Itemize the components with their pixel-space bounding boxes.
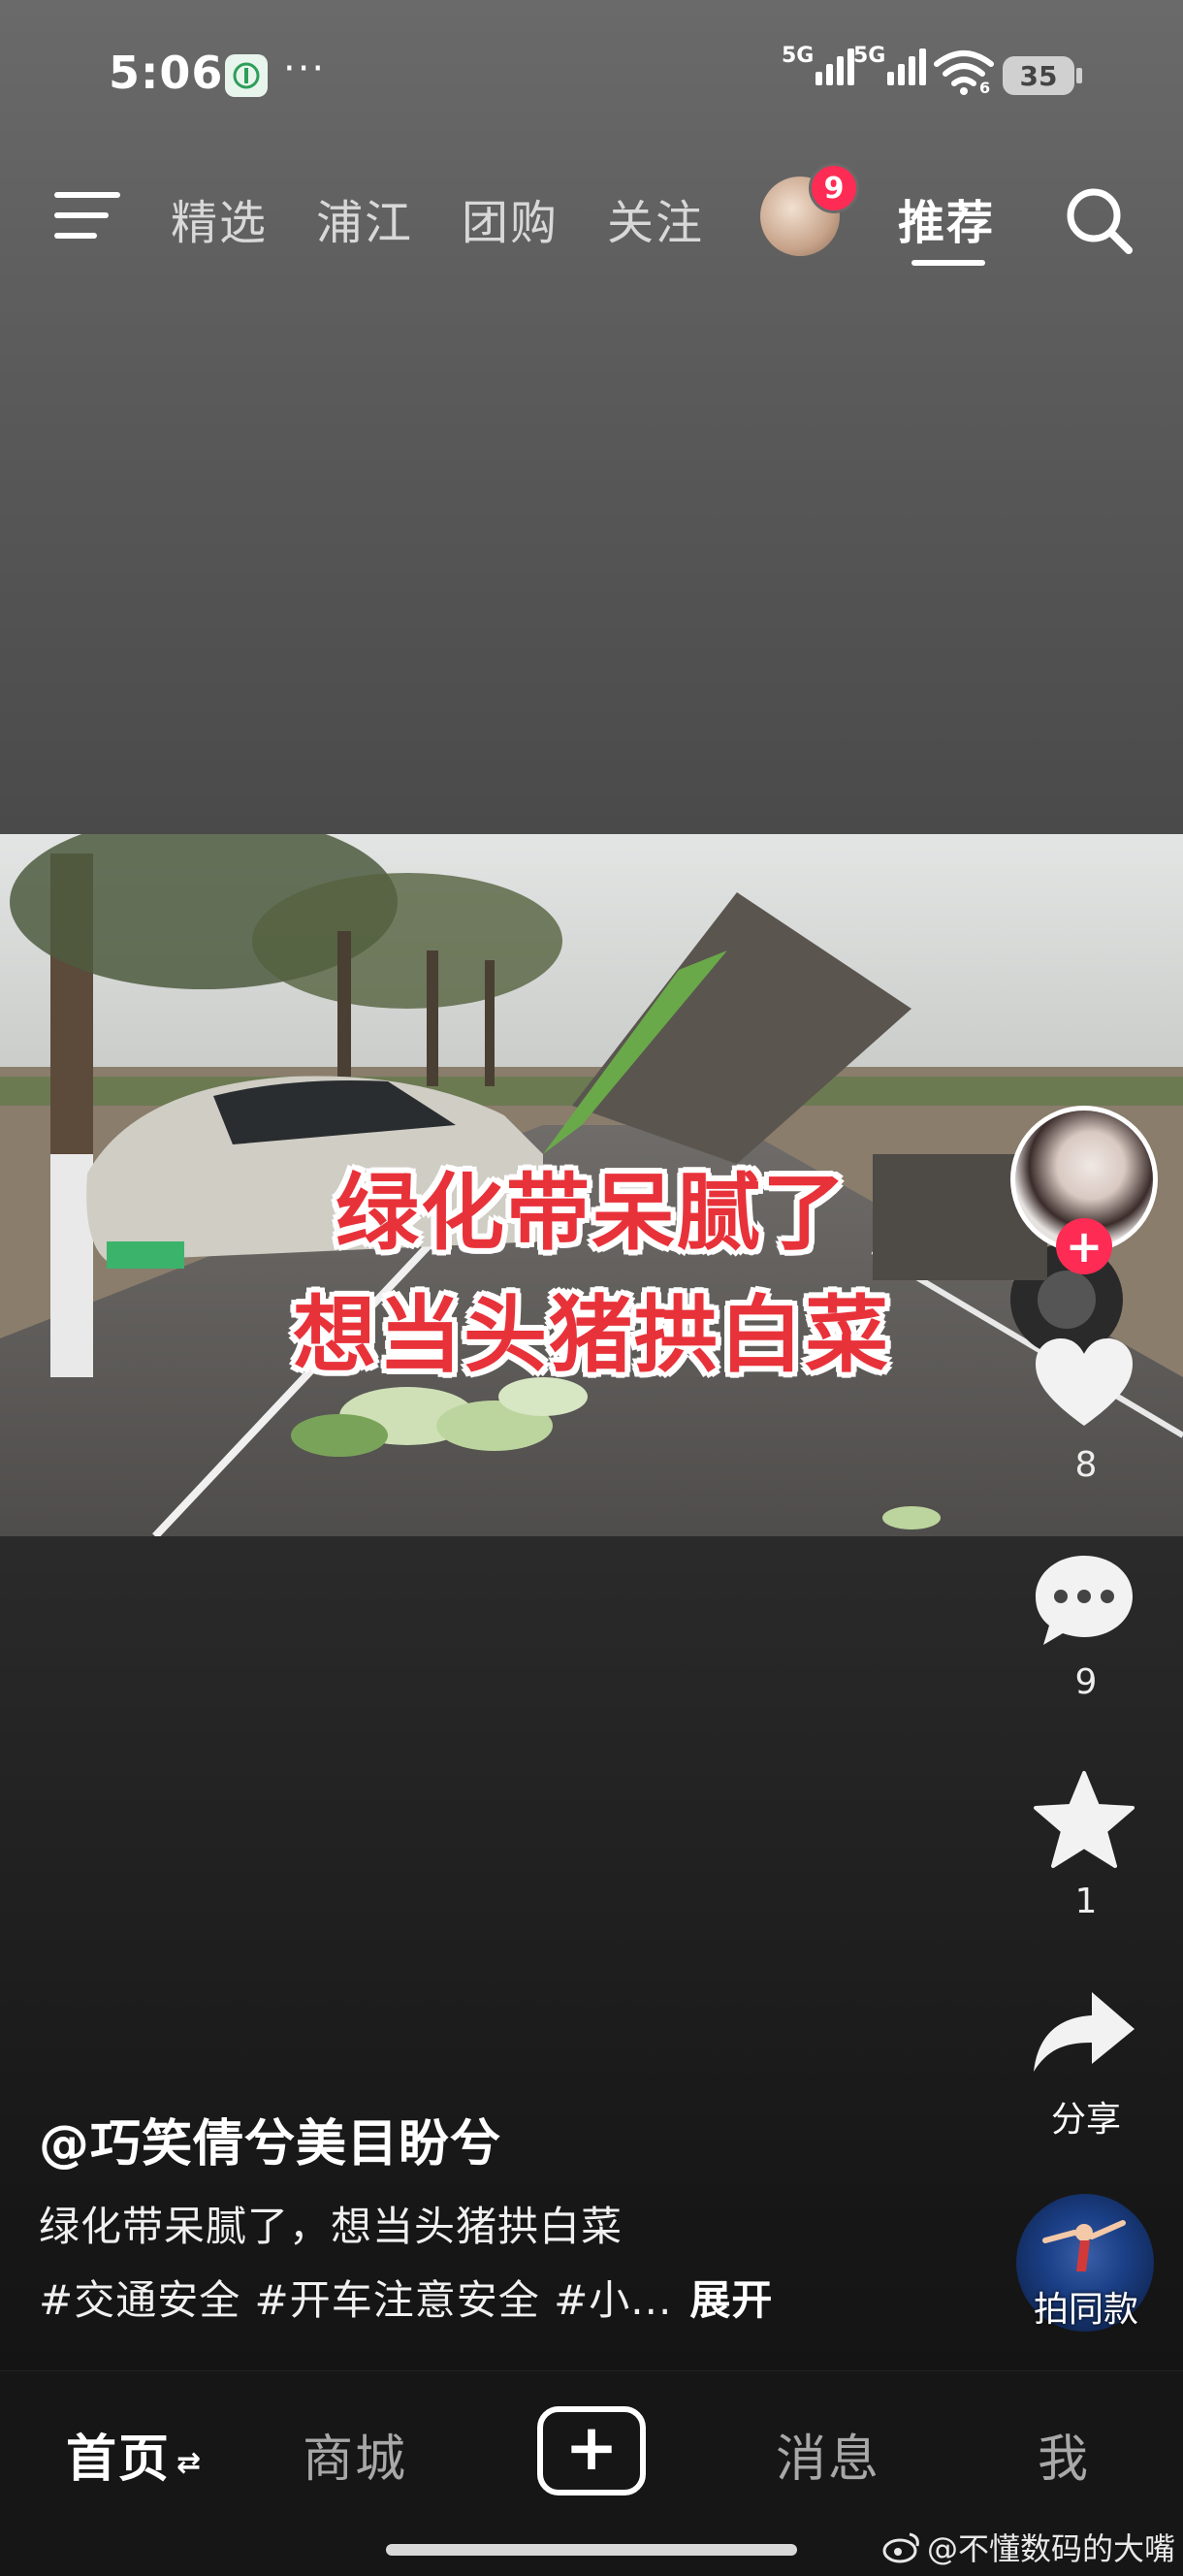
tab-local[interactable]: 浦江 xyxy=(316,184,413,252)
live-avatar[interactable]: 9 xyxy=(760,163,859,256)
menu-icon[interactable] xyxy=(54,188,120,242)
tab-mall[interactable]: 商城 xyxy=(303,2418,407,2491)
watermark: @不懂数码的大嘴 xyxy=(882,2525,1175,2569)
remix-label[interactable]: 拍同款 xyxy=(989,2281,1183,2332)
tab-messages[interactable]: 消息 xyxy=(776,2418,880,2491)
notification-badge: 9 xyxy=(809,163,859,213)
tab-following[interactable]: 关注 xyxy=(607,184,704,252)
active-tab-indicator xyxy=(911,260,985,266)
plus-icon: + xyxy=(564,2410,619,2485)
share-icon[interactable] xyxy=(1030,1979,1138,2087)
video-caption-line2: 想当头猪拱白菜 xyxy=(293,1287,890,1384)
video-caption-line1: 绿化带呆腻了 xyxy=(336,1165,847,1262)
tab-group-buy[interactable]: 团购 xyxy=(462,184,559,252)
search-icon[interactable] xyxy=(1061,182,1138,260)
favorite-count: 1 xyxy=(1074,1882,1098,1921)
comment-icon[interactable] xyxy=(1030,1548,1138,1657)
svg-text:6: 6 xyxy=(979,79,990,95)
top-nav: 精选 浦江 团购 关注 9 推荐 xyxy=(0,163,1183,272)
signal-icon: 5G xyxy=(782,44,855,85)
tab-featured[interactable]: 精选 xyxy=(171,184,268,252)
swap-icon: ⇄ xyxy=(176,2445,204,2480)
author-name[interactable]: @巧笑倩兮美目盼兮 xyxy=(39,2103,501,2175)
bottom-tab-bar: 首页 ⇄ 商城 + 消息 我 @不懂数码的大嘴 xyxy=(0,2370,1183,2576)
more-notifications-icon: ··· xyxy=(283,47,327,91)
hashtags-text[interactable]: #交通安全 #开车注意安全 #小... xyxy=(39,2276,672,2324)
status-bar: 5:06 ··· 5G 5G 6 35 xyxy=(0,0,1183,145)
tab-home-label: 首页 xyxy=(66,2431,172,2489)
tab-me[interactable]: 我 xyxy=(1038,2418,1090,2491)
battery-indicator: 35 xyxy=(1003,56,1082,95)
like-count: 8 xyxy=(1074,1445,1098,1485)
post-hashtags[interactable]: #交通安全 #开车注意安全 #小... 展开 xyxy=(39,2268,773,2327)
share-label: 分享 xyxy=(1050,2100,1121,2140)
comment-count: 9 xyxy=(1074,1662,1098,1702)
tab-recommended[interactable]: 推荐 xyxy=(898,184,995,252)
follow-button[interactable]: + xyxy=(1056,1218,1112,1274)
create-button[interactable]: + xyxy=(537,2406,646,2496)
favorite-star-icon[interactable] xyxy=(1030,1767,1138,1876)
post-description: 绿化带呆腻了，想当头猪拱白菜 xyxy=(39,2203,623,2250)
home-indicator[interactable] xyxy=(386,2544,797,2556)
expand-button[interactable]: 展开 xyxy=(689,2276,773,2324)
weibo-icon xyxy=(882,2532,919,2563)
like-icon[interactable] xyxy=(1030,1331,1138,1439)
app-notification-icon xyxy=(225,54,268,97)
tab-home[interactable]: 首页 ⇄ xyxy=(66,2418,203,2491)
status-time: 5:06 xyxy=(109,47,224,99)
watermark-text: @不懂数码的大嘴 xyxy=(927,2530,1176,2567)
wifi-icon: 6 xyxy=(933,48,995,99)
signal-icon-2: 5G xyxy=(853,44,927,85)
